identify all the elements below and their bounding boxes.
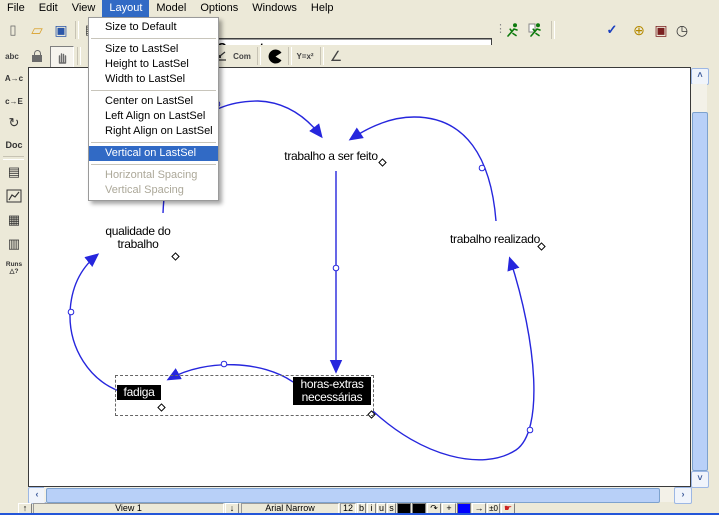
reference-mode-icon[interactable]: ∠ [325, 46, 347, 66]
graph-icon[interactable] [2, 186, 26, 206]
variable-overtime[interactable]: horas-extras necessárias [293, 377, 371, 405]
menu-layout[interactable]: Layout [102, 0, 149, 17]
scroll-up-button[interactable]: ˄ [691, 68, 709, 85]
menu-item-width-to-lastsel[interactable]: Width to LastSel [89, 72, 218, 87]
delete-tool-icon[interactable] [264, 46, 286, 66]
menu-item-vertical-spacing[interactable]: Vertical Spacing [89, 183, 218, 198]
scroll-down-button[interactable]: ˅ [691, 471, 709, 488]
runs-glyph: △? [10, 268, 19, 275]
toolbar-separator [257, 47, 261, 65]
uses-tree-icon[interactable]: c→E [2, 91, 26, 111]
menu-separator [91, 90, 216, 91]
menu-bar: File Edit View Layout Model Options Wind… [0, 0, 719, 17]
menu-file[interactable]: File [0, 0, 32, 17]
lock-icon[interactable] [26, 46, 48, 66]
menu-separator [91, 142, 216, 143]
vensim-window: File Edit View Layout Model Options Wind… [0, 0, 719, 515]
loops-icon[interactable]: ↻ [2, 113, 26, 133]
menu-options[interactable]: Options [193, 0, 245, 17]
toolbar-separator [551, 21, 555, 39]
check-model-icon[interactable]: ✓ [601, 20, 623, 40]
menu-model[interactable]: Model [149, 0, 193, 17]
toolbar-separator [3, 156, 24, 160]
causes-tree-icon[interactable]: A→c [2, 68, 26, 88]
toolbar-separator [77, 47, 81, 65]
runs-compare-icon[interactable]: Runs △? [2, 258, 26, 278]
menu-item-vertical-on-lastsel[interactable]: Vertical on LastSel [89, 146, 218, 161]
new-file-icon[interactable]: ▯ [2, 20, 24, 40]
variable-work-to-do[interactable]: trabalho a ser feito [270, 150, 392, 163]
toolbar-separator [75, 21, 79, 39]
menu-item-size-to-lastsel[interactable]: Size to LastSel [89, 42, 218, 57]
menu-separator [91, 38, 216, 39]
clock-icon[interactable]: ◷ [671, 20, 693, 40]
variable-quality-line2: trabalho [93, 238, 183, 251]
document-icon[interactable]: Doc [2, 135, 26, 155]
table-icon[interactable]: ▦ [2, 210, 26, 230]
save-icon[interactable]: ▣ [50, 20, 72, 40]
open-file-icon[interactable]: ▱ [26, 20, 48, 40]
menu-windows[interactable]: Windows [245, 0, 304, 17]
menu-help[interactable]: Help [304, 0, 341, 17]
simulate-icon[interactable] [502, 20, 524, 40]
layout-menu: Size to Default Size to LastSel Height t… [88, 17, 219, 201]
menu-view[interactable]: View [65, 0, 103, 17]
table-time-icon[interactable]: ▥ [2, 234, 26, 254]
menu-item-right-align-on-lastsel[interactable]: Right Align on LastSel [89, 124, 218, 139]
spelling-icon[interactable]: abc [1, 46, 23, 66]
comment-tool-icon[interactable]: Com [231, 46, 253, 66]
variable-fatigue[interactable]: fadiga [117, 385, 161, 400]
output-windows-icon[interactable]: ▣ [650, 20, 672, 40]
variable-quality[interactable]: qualidade do trabalho [93, 225, 183, 251]
vertical-scroll-thumb[interactable] [692, 112, 708, 471]
toolbar-separator [288, 47, 292, 65]
toolbar-separator [320, 47, 324, 65]
synthesim-icon[interactable] [525, 20, 547, 40]
runs-label: Runs [6, 261, 22, 268]
causes-strip-icon[interactable]: ▤ [2, 162, 26, 182]
equations-icon[interactable]: Y=x² [294, 46, 316, 66]
scroll-right-button[interactable]: › [674, 487, 692, 504]
menu-separator [91, 164, 216, 165]
variable-overtime-line2: necessárias [295, 391, 369, 404]
menu-item-center-on-lastsel[interactable]: Center on LastSel [89, 94, 218, 109]
menu-item-left-align-on-lastsel[interactable]: Left Align on LastSel [89, 109, 218, 124]
menu-item-height-to-lastsel[interactable]: Height to LastSel [89, 57, 218, 72]
lock-glyph [32, 55, 42, 62]
menu-item-size-to-default[interactable]: Size to Default [89, 20, 218, 35]
move-hand-icon[interactable] [50, 46, 74, 68]
horizontal-scroll-thumb[interactable] [46, 488, 660, 503]
variable-work-done[interactable]: trabalho realizado [444, 233, 546, 246]
model-settings-icon[interactable]: ⊕ [628, 20, 650, 40]
menu-item-horizontal-spacing[interactable]: Horizontal Spacing [89, 168, 218, 183]
menu-edit[interactable]: Edit [32, 0, 65, 17]
